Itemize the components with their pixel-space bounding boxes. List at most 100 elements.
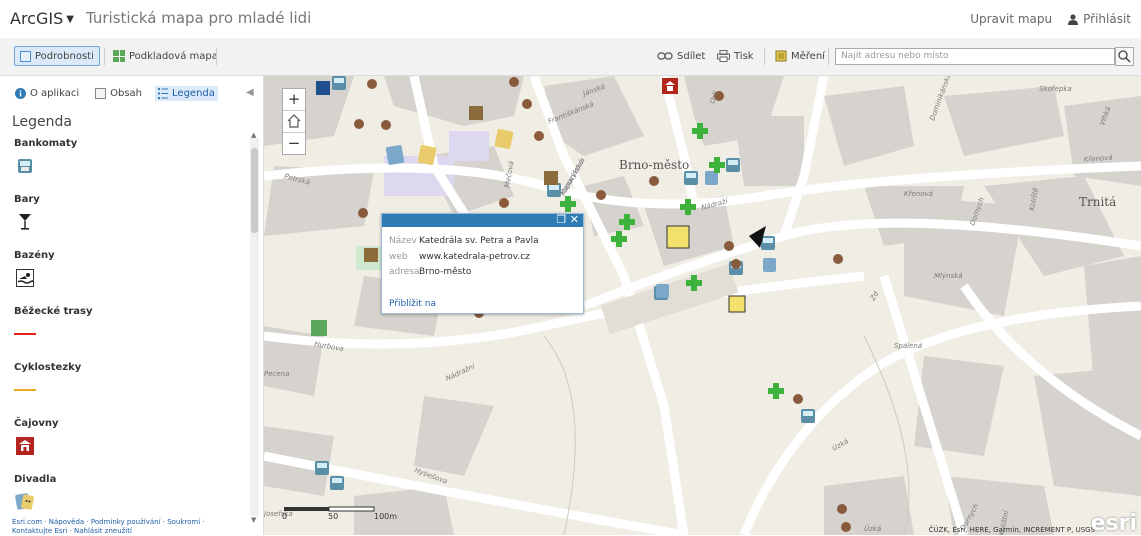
legend-item-label: Bazény: [14, 250, 55, 261]
legend-item-label: Divadla: [14, 474, 57, 485]
close-icon[interactable]: ✕: [570, 213, 579, 226]
measure-button[interactable]: Měření: [770, 46, 830, 66]
zoom-out-button[interactable]: −: [283, 133, 305, 154]
legend-item-label: Čajovny: [14, 418, 59, 429]
atm-icon: [14, 156, 36, 176]
svg-text:Skořepka: Skořepka: [1039, 85, 1072, 93]
swimmer-icon: [14, 268, 36, 288]
popup-row: Název Katedrála sv. Petra a Pavla: [389, 236, 539, 246]
zoom-to-link[interactable]: Přiblížit na: [389, 299, 436, 309]
user-icon: [1068, 13, 1079, 25]
brand-label: ArcGIS: [10, 9, 64, 28]
tab-about-label: O aplikaci: [30, 88, 80, 99]
svg-text:Trnitá: Trnitá: [1079, 195, 1116, 209]
share-button[interactable]: Sdílet: [652, 46, 710, 66]
teahouse-icon: [14, 436, 36, 456]
cocktail-icon: [14, 212, 36, 232]
svg-text:Brno-město: Brno-město: [619, 158, 689, 172]
tab-content[interactable]: Obsah: [92, 86, 145, 101]
content-icon: [95, 88, 107, 99]
divider: [828, 48, 829, 65]
esri-logo: esri: [1090, 511, 1137, 536]
popup-key: Název: [389, 236, 417, 246]
print-label: Tisk: [734, 50, 754, 62]
legend-title: Legenda: [12, 114, 73, 130]
scale-label-50: 50: [328, 512, 339, 521]
scrollbar-thumb[interactable]: [251, 148, 258, 233]
basemap-label: Podkladová mapa: [129, 50, 218, 62]
popup-key: web: [389, 252, 408, 262]
popup-key: adresa: [389, 267, 420, 277]
measure-label: Měření: [791, 50, 825, 62]
share-label: Sdílet: [677, 50, 706, 62]
legend-item: Bazény: [14, 250, 244, 306]
svg-text:Úzká: Úzká: [864, 524, 881, 533]
measure-icon: [775, 50, 787, 62]
divider: [216, 48, 217, 65]
legend-item: Čajovny: [14, 418, 244, 474]
maximize-icon[interactable]: ❐: [556, 213, 566, 226]
collapse-panel-button[interactable]: ◀: [246, 87, 254, 98]
printer-icon: [717, 50, 730, 62]
page-title: Turistická mapa pro mladé lidi: [86, 9, 312, 27]
zoom-control: + −: [282, 88, 306, 155]
divider: [104, 48, 105, 65]
cycle-path-line-symbol: [14, 380, 36, 400]
zoom-in-button[interactable]: +: [283, 89, 305, 111]
svg-text:Spálená: Spálená: [894, 342, 922, 350]
scroll-up-icon: ▲: [251, 131, 257, 139]
svg-text:Mlýnská: Mlýnská: [934, 272, 963, 280]
sign-in-label: Přihlásit: [1083, 12, 1131, 26]
theater-icon: [14, 492, 36, 512]
popup-row: adresaBrno-město: [389, 267, 471, 277]
tab-content-label: Obsah: [110, 88, 143, 99]
details-label: Podrobnosti: [35, 50, 94, 62]
print-button[interactable]: Tisk: [712, 46, 759, 66]
popup-row: web www.katedrala-petrov.cz: [389, 252, 530, 262]
legend-item-label: Bankomaty: [14, 138, 78, 149]
sidebar: O aplikaci Obsah Legenda ◀ Legenda Banko…: [0, 76, 264, 535]
legend-item-label: Běžecké trasy: [14, 306, 93, 317]
tab-about[interactable]: O aplikaci: [12, 86, 82, 101]
search-icon: [1118, 50, 1131, 63]
edit-map-link[interactable]: Upravit mapu: [970, 12, 1052, 26]
popup-header: ❐ ✕: [382, 213, 583, 227]
legend-item: Cyklostezky: [14, 362, 244, 418]
sign-in-link[interactable]: Přihlásit: [1068, 12, 1131, 26]
legend-icon: [158, 88, 169, 99]
info-icon: [15, 88, 26, 99]
tab-legend-label: Legenda: [172, 88, 215, 99]
feature-popup: ❐ ✕ Název Katedrála sv. Petra a Pavla web…: [381, 213, 584, 314]
map-attribution: ČÚZK, Esri, HERE, Garmin, INCREMENT P, U…: [928, 526, 1095, 534]
search-input[interactable]: Najít adresu nebo místo: [835, 48, 1115, 65]
scale-bar: 0 50 100m: [282, 505, 402, 529]
divider: [764, 48, 765, 65]
legend-item: Bankomaty: [14, 138, 244, 194]
footer-links[interactable]: Esri.com · Nápověda · Podmínky používání…: [12, 518, 242, 535]
arcgis-menu[interactable]: ArcGIS ▼: [10, 9, 74, 28]
running-trail-line-symbol: [14, 324, 36, 344]
home-button[interactable]: [283, 111, 305, 133]
search-button[interactable]: [1115, 47, 1134, 66]
basemap-button[interactable]: Podkladová mapa: [108, 46, 223, 66]
legend-item-label: Bary: [14, 194, 40, 205]
scroll-down-icon: ▼: [251, 516, 257, 524]
popup-value: www.katedrala-petrov.cz: [419, 252, 530, 262]
legend-item: Běžecké trasy: [14, 306, 244, 362]
tab-legend[interactable]: Legenda: [155, 86, 218, 101]
legend-list: Bankomaty Bary Bazény Běžecké trasy Cykl…: [14, 138, 244, 530]
popup-value: Brno-město: [419, 267, 472, 277]
svg-text:Pecena: Pecena: [264, 370, 289, 378]
chevron-down-icon: ▼: [66, 14, 74, 25]
app-header: ArcGIS ▼ Turistická mapa pro mladé lidi U…: [0, 0, 1141, 38]
link-icon: [657, 52, 673, 60]
details-button[interactable]: Podrobnosti: [14, 46, 100, 66]
details-icon: [20, 50, 31, 62]
toolbar: Podrobnosti Podkladová mapa Sdílet Tisk …: [0, 38, 1141, 76]
svg-text:Křenová: Křenová: [904, 190, 933, 198]
legend-scrollbar[interactable]: ▲ ▼: [250, 131, 259, 524]
popup-value: Katedrála sv. Petra a Pavla: [419, 236, 539, 246]
legend-item: Bary: [14, 194, 244, 250]
basemap-icon: [113, 50, 125, 62]
legend-item-label: Cyklostezky: [14, 362, 82, 373]
